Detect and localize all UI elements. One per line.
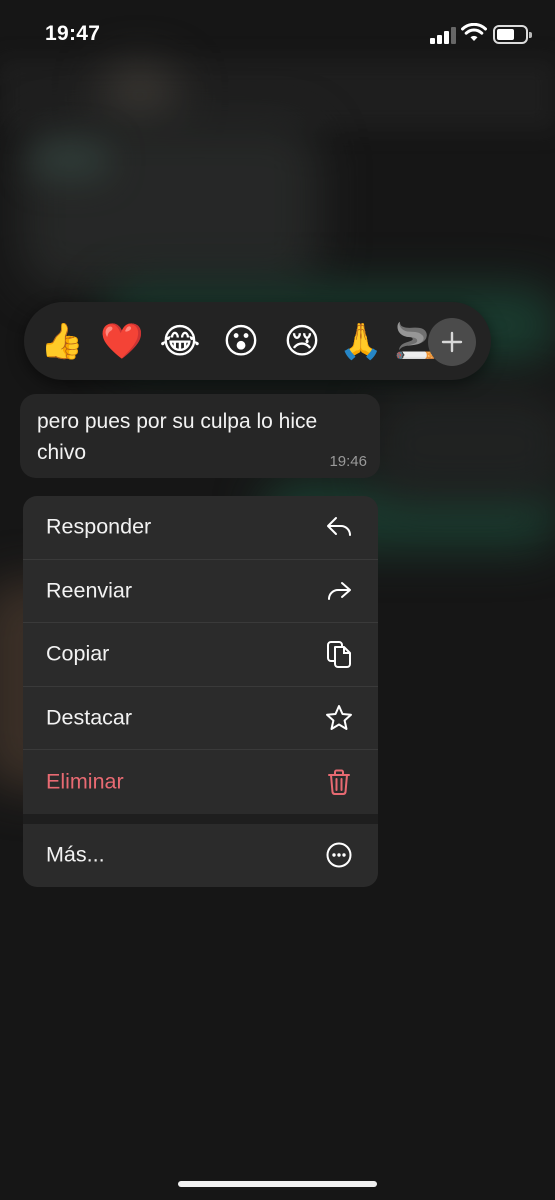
more-icon bbox=[326, 842, 352, 868]
reaction-pray[interactable]: 🙏 bbox=[339, 322, 383, 362]
menu-item-more[interactable]: Más... bbox=[23, 824, 378, 887]
reply-icon bbox=[327, 517, 351, 537]
cellular-signal-icon bbox=[430, 26, 456, 44]
reaction-laughing[interactable]: 😂 bbox=[158, 322, 202, 362]
star-icon bbox=[326, 705, 352, 731]
add-reaction-button[interactable] bbox=[428, 318, 476, 366]
message-timestamp: 19:46 bbox=[329, 453, 367, 470]
menu-item-label: Reenviar bbox=[46, 578, 133, 603]
reaction-crying[interactable]: 😢 bbox=[280, 322, 324, 362]
reaction-bar: 👍 ❤️ 😂 😮 😢 🙏 🚬 bbox=[24, 302, 491, 380]
home-indicator[interactable] bbox=[178, 1181, 377, 1187]
message-context-menu: Responder Reenviar Copiar Destacar Elimi… bbox=[23, 496, 378, 887]
message-bubble[interactable]: pero pues por su culpa lo hice chivo 19:… bbox=[20, 394, 380, 478]
reaction-surprised[interactable]: 😮 bbox=[219, 322, 263, 362]
menu-item-delete[interactable]: Eliminar bbox=[23, 750, 378, 814]
status-time: 19:47 bbox=[45, 22, 101, 45]
menu-separator bbox=[23, 813, 378, 824]
menu-item-label: Eliminar bbox=[46, 769, 124, 794]
reaction-thumbs-up[interactable]: 👍 bbox=[40, 322, 84, 362]
menu-item-label: Destacar bbox=[46, 705, 133, 730]
menu-item-label: Copiar bbox=[46, 641, 110, 666]
wifi-icon bbox=[461, 23, 487, 41]
forward-icon bbox=[328, 581, 351, 600]
reaction-heart[interactable]: ❤️ bbox=[100, 322, 144, 362]
message-text: pero pues por su culpa lo hice chivo bbox=[37, 410, 318, 464]
copy-icon bbox=[327, 641, 351, 669]
menu-item-copy[interactable]: Copiar bbox=[23, 623, 378, 687]
trash-icon bbox=[328, 769, 350, 796]
battery-icon bbox=[493, 25, 532, 44]
menu-item-label: Responder bbox=[46, 514, 152, 539]
menu-item-star[interactable]: Destacar bbox=[23, 687, 378, 751]
plus-icon bbox=[441, 331, 463, 353]
menu-item-label: Más... bbox=[46, 842, 105, 867]
status-bar: 19:47 bbox=[0, 0, 555, 70]
menu-item-reply[interactable]: Responder bbox=[23, 496, 378, 560]
menu-item-forward[interactable]: Reenviar bbox=[23, 560, 378, 624]
